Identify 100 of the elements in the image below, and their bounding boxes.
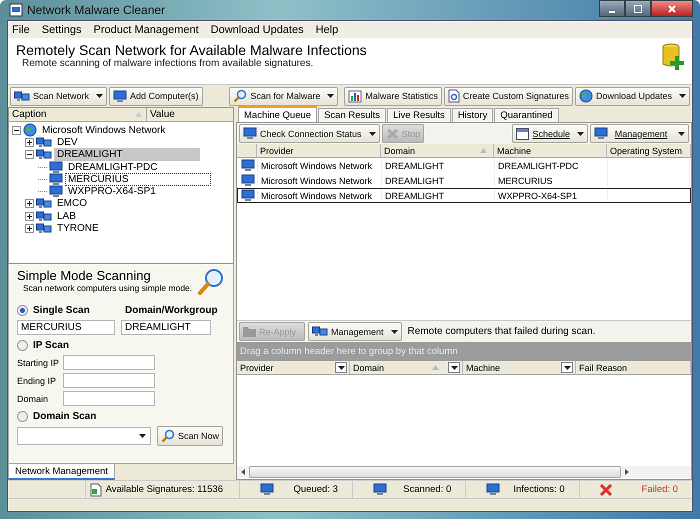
toolbar-button[interactable]: Management [308, 322, 402, 341]
computer-icon [486, 483, 500, 496]
domain-field[interactable]: DREAMLIGHT [121, 320, 211, 335]
dropdown-arrow-icon[interactable] [368, 132, 376, 136]
section-title: Simple Mode Scanning [17, 268, 152, 283]
tree-item[interactable]: DREAMLIGHT-PDC [65, 160, 160, 174]
expand-icon[interactable] [25, 224, 34, 234]
tab[interactable]: Quarantined [494, 108, 559, 122]
document-icon [90, 482, 102, 496]
table-row[interactable]: Microsoft Windows Network DREAMLIGHT MERCURIUS [237, 173, 691, 188]
menu-item[interactable]: Download Updates [210, 24, 304, 36]
close-button[interactable] [651, 0, 693, 17]
globe-icon [578, 89, 593, 103]
expand-icon[interactable] [25, 212, 34, 221]
scan-now-button[interactable]: Scan Now [157, 426, 224, 446]
tree-item[interactable]: WXPPRO-X64-SP1 [65, 185, 159, 198]
page-subtitle: Remote scanning of malware infections from available signatures. [21, 58, 314, 69]
dropdown-arrow-icon [338, 366, 344, 370]
column-header[interactable]: Caption [9, 108, 147, 121]
tab[interactable]: Network Management [8, 464, 115, 480]
dropdown-arrow-icon[interactable] [96, 94, 104, 98]
tree-item[interactable]: TYRONE [54, 222, 102, 236]
horizontal-scrollbar[interactable] [237, 466, 691, 478]
table-row[interactable]: Microsoft Windows Network DREAMLIGHT WXPPRO-X64-SP1 [237, 188, 691, 203]
menu-item[interactable]: Settings [42, 24, 82, 36]
status-counter: Infections: 0 [513, 484, 565, 495]
network-computers-icon [36, 148, 52, 162]
expand-icon[interactable] [25, 138, 34, 147]
minimize-icon [609, 10, 615, 12]
computer-icon [49, 160, 63, 174]
folder-icon [243, 326, 256, 337]
filter-button[interactable] [335, 362, 347, 373]
radio-button[interactable]: IP Scan [17, 338, 225, 352]
filter-button[interactable] [561, 362, 573, 373]
toolbar-button[interactable]: Create Custom Signatures [444, 86, 573, 106]
column-header[interactable]: Domain [350, 361, 463, 374]
toolbar-button[interactable]: Malware Statistics [344, 86, 442, 106]
input-field[interactable] [63, 373, 155, 388]
column-header[interactable]: Provider [257, 144, 381, 157]
table-cell: DREAMLIGHT [382, 159, 495, 172]
tree-item[interactable]: DEV [54, 136, 81, 149]
computer-field[interactable]: MERCURIUS [17, 320, 115, 335]
input-field[interactable] [63, 355, 155, 370]
filter-button[interactable] [448, 362, 460, 373]
expand-icon[interactable] [25, 199, 34, 208]
minimize-button[interactable] [599, 0, 625, 17]
tree-item[interactable]: MERCURIUS [65, 172, 211, 186]
dropdown-arrow-icon[interactable] [327, 94, 334, 98]
tree-item[interactable]: DREAMLIGHT [54, 148, 200, 162]
group-hint: Drag a column header here to group by that column [240, 346, 458, 357]
tab[interactable]: History [452, 108, 494, 122]
toolbar-button[interactable]: Add Computer(s) [109, 86, 203, 106]
toolbar-button[interactable]: Scan Network [10, 86, 108, 106]
tab[interactable]: Machine Queue [238, 106, 318, 122]
menu-item[interactable]: Product Management [93, 24, 199, 36]
toolbar-button[interactable]: Check Connection Status [239, 124, 380, 143]
menu-item[interactable]: File [12, 24, 30, 36]
toolbar-button[interactable]: Schedule [512, 124, 588, 143]
close-icon [668, 4, 676, 12]
tree-item[interactable]: EMCO [54, 197, 90, 210]
database-add-icon [662, 42, 684, 72]
field-label: Domain/Workgroup [125, 304, 218, 316]
dropdown-arrow-icon[interactable] [678, 132, 685, 136]
tab[interactable]: Live Results [387, 108, 451, 122]
dropdown-arrow-icon [450, 366, 458, 370]
page-title: Remotely Scan Network for Available Malware Infections [16, 42, 367, 58]
dropdown-arrow-icon[interactable] [390, 330, 398, 334]
toolbar-button[interactable]: Download Updates [574, 86, 690, 106]
magnifier-icon [197, 268, 225, 296]
maximize-button[interactable] [625, 0, 651, 17]
input-field[interactable] [63, 391, 155, 406]
table-row[interactable]: Microsoft Windows Network DREAMLIGHT DREAMLIGHT-PDC [237, 158, 691, 173]
tree-item[interactable]: Microsoft Windows Network [39, 124, 168, 137]
radio-button[interactable]: Single Scan [17, 303, 119, 317]
table-cell: DREAMLIGHT [382, 174, 495, 187]
tab[interactable]: Scan Results [318, 108, 386, 122]
maximize-icon [634, 4, 642, 12]
column-header[interactable]: Domain [381, 144, 494, 157]
dropdown-arrow-icon[interactable] [577, 132, 584, 136]
error-icon [600, 484, 612, 496]
dropdown-arrow-icon[interactable] [679, 94, 686, 98]
column-header[interactable]: Fail Reason [576, 361, 691, 374]
field-label: Starting IP [17, 358, 60, 368]
collapse-icon[interactable] [12, 126, 21, 135]
search-icon [233, 89, 248, 103]
tree-item[interactable]: LAB [54, 210, 79, 223]
toolbar-button[interactable]: Management [590, 124, 689, 143]
computer-icon [49, 172, 63, 186]
scroll-right-icon[interactable] [625, 469, 629, 475]
scroll-left-icon[interactable] [241, 469, 245, 475]
column-header[interactable]: Provider [237, 361, 350, 374]
toolbar-button[interactable]: Scan for Malware [229, 86, 338, 106]
menu-item[interactable]: Help [316, 24, 338, 36]
collapse-icon[interactable] [25, 150, 34, 160]
column-header[interactable]: Value [147, 108, 175, 121]
column-header[interactable]: Operating System [607, 144, 691, 157]
computer-icon [260, 483, 274, 496]
radio-button[interactable]: Domain Scan [17, 409, 225, 423]
column-header[interactable]: Machine [463, 361, 576, 374]
column-header[interactable]: Machine [494, 144, 607, 157]
